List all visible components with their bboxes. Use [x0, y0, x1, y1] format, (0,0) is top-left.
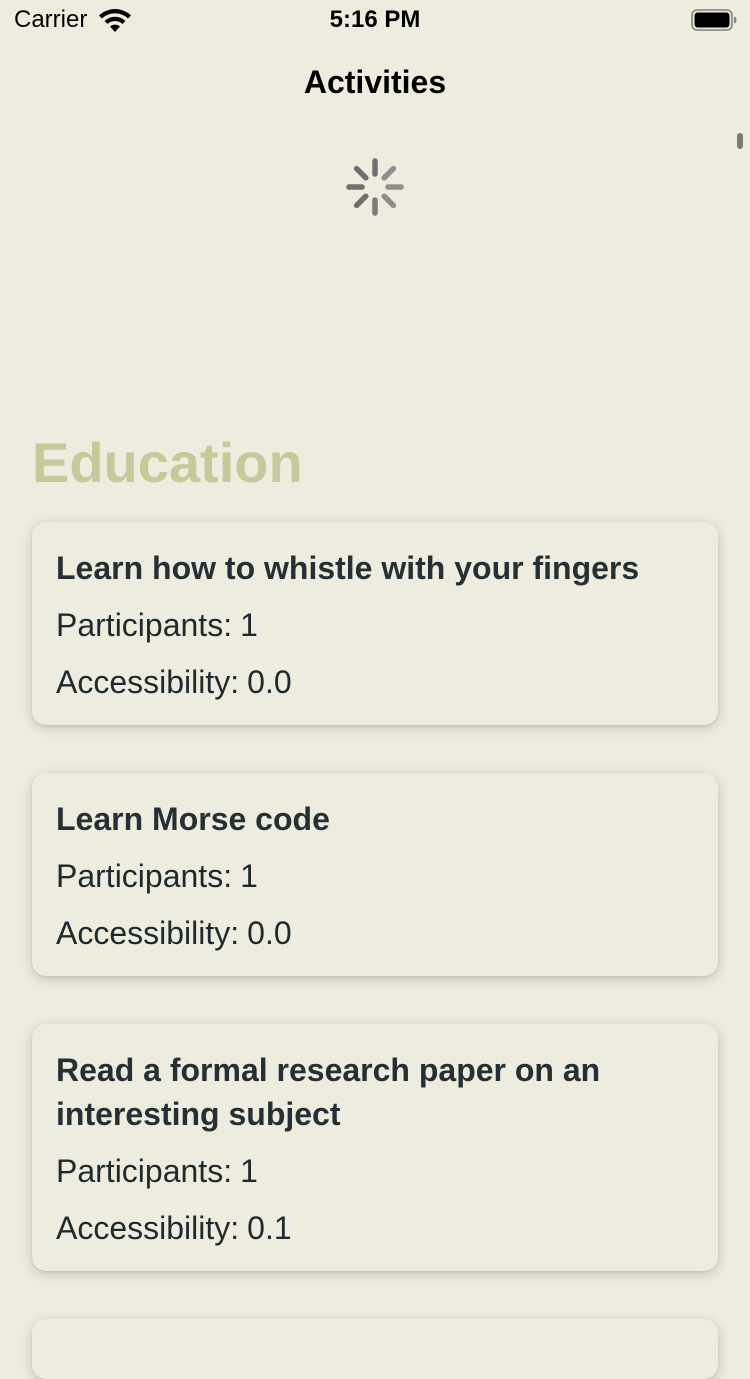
activity-card[interactable]: Read a formal research paper on an inter…	[32, 1024, 718, 1271]
participants-row: Participants: 1	[56, 1143, 694, 1200]
accessibility-row: Accessibility: 0.0	[56, 905, 694, 962]
accessibility-row: Accessibility: 0.1	[56, 1200, 694, 1257]
participants-row: Participants: 1	[56, 848, 694, 905]
activity-title: Learn how to whistle with your fingers	[56, 550, 640, 586]
participants-row: Participants: 1	[56, 597, 694, 654]
status-bar: Carrier 5:16 PM	[0, 0, 750, 40]
section-title: Education	[32, 431, 303, 494]
accessibility-row: Accessibility: 0.0	[56, 654, 694, 711]
scroll-indicator[interactable]	[737, 133, 743, 149]
activity-title: Read a formal research paper on an inter…	[56, 1052, 601, 1132]
accessibility-label: Accessibility:	[56, 664, 240, 700]
activity-title: Learn Morse code	[56, 801, 330, 837]
activity-card[interactable]: Learn how to whistle with your fingers P…	[32, 522, 718, 725]
accessibility-value: 0.1	[247, 1210, 292, 1246]
activity-card-partial[interactable]	[32, 1319, 718, 1379]
participants-label: Participants:	[56, 858, 233, 894]
accessibility-value: 0.0	[247, 664, 292, 700]
status-time: 5:16 PM	[329, 6, 421, 33]
spinner-icon	[346, 158, 404, 216]
participants-value: 1	[240, 1153, 258, 1189]
page-title: Activities	[303, 64, 447, 100]
accessibility-value: 0.0	[247, 915, 292, 951]
activity-card[interactable]: Learn Morse code Participants: 1 Accessib…	[32, 773, 718, 976]
battery-icon	[691, 9, 737, 31]
participants-value: 1	[240, 607, 258, 643]
participants-label: Participants:	[56, 1153, 233, 1189]
participants-value: 1	[240, 858, 258, 894]
participants-label: Participants:	[56, 607, 233, 643]
accessibility-label: Accessibility:	[56, 1210, 240, 1246]
accessibility-label: Accessibility:	[56, 915, 240, 951]
